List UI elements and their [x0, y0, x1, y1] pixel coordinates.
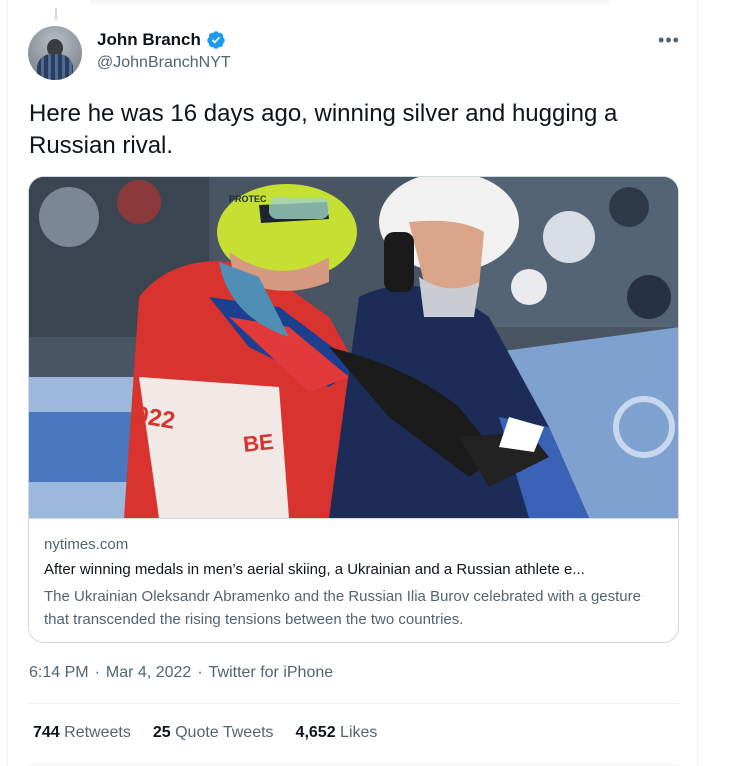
helmet-brand-text: PROTEC: [229, 194, 267, 204]
tweet-timestamp-row: 6:14 PM · Mar 4, 2022 · Twitter for iPho…: [29, 664, 333, 682]
tweet-date[interactable]: Mar 4, 2022: [106, 664, 191, 682]
meta-separator: ·: [197, 664, 203, 681]
more-options-icon[interactable]: •••: [658, 30, 680, 50]
author-handle[interactable]: @JohnBranchNYT: [97, 54, 231, 72]
author-display-name[interactable]: John Branch: [97, 30, 201, 50]
meta-separator: ·: [94, 664, 100, 681]
link-preview-card[interactable]: 022 BE 2 PROTEC nytimes.com After winnin…: [28, 176, 679, 643]
quote-tweets-count: 25: [152, 724, 171, 741]
tweet-time[interactable]: 6:14 PM: [29, 664, 89, 682]
verified-badge-icon: [207, 31, 225, 49]
likes-count: 4,652: [295, 724, 336, 741]
quote-tweets-label: Quote Tweets: [175, 724, 274, 741]
card-image[interactable]: 022 BE 2 PROTEC: [29, 177, 678, 518]
quote-tweets-stat[interactable]: 25 Quote Tweets: [153, 724, 274, 742]
retweets-label: Retweets: [64, 724, 131, 741]
tweet-detail-page: John Branch @JohnBranchNYT ••• Here he w…: [0, 0, 735, 766]
previous-tweet-edge: [90, 0, 610, 6]
thread-connector-line: [55, 8, 57, 20]
tweet-source[interactable]: Twitter for iPhone: [209, 664, 334, 682]
card-title: After winning medals in men’s aerial ski…: [44, 561, 585, 578]
divider: [29, 703, 679, 704]
card-meta[interactable]: nytimes.com After winning medals in men’…: [29, 518, 678, 642]
card-description: The Ukrainian Oleksandr Abramenko and th…: [44, 588, 641, 628]
avatar-body: [37, 54, 73, 80]
likes-stat[interactable]: 4,652 Likes: [296, 724, 378, 742]
column-border-right: [697, 0, 698, 766]
engagement-stats: 744 Retweets 25 Quote Tweets 4,652 Likes: [33, 724, 377, 742]
avatar[interactable]: [28, 26, 82, 80]
tweet-text: Here he was 16 days ago, winning silver …: [29, 100, 618, 159]
column-border-left: [7, 0, 8, 766]
bib-right-text-b: 2: [287, 410, 298, 432]
divider: [29, 764, 679, 765]
retweets-stat[interactable]: 744 Retweets: [33, 724, 131, 742]
author-name-row: John Branch: [97, 30, 226, 50]
athletes-hugging-photo: 022 BE 2 PROTEC: [29, 177, 678, 518]
retweets-count: 744: [33, 724, 60, 741]
bib-right-text-a: BE: [242, 429, 275, 457]
card-domain: nytimes.com: [44, 536, 129, 553]
likes-label: Likes: [340, 724, 378, 741]
